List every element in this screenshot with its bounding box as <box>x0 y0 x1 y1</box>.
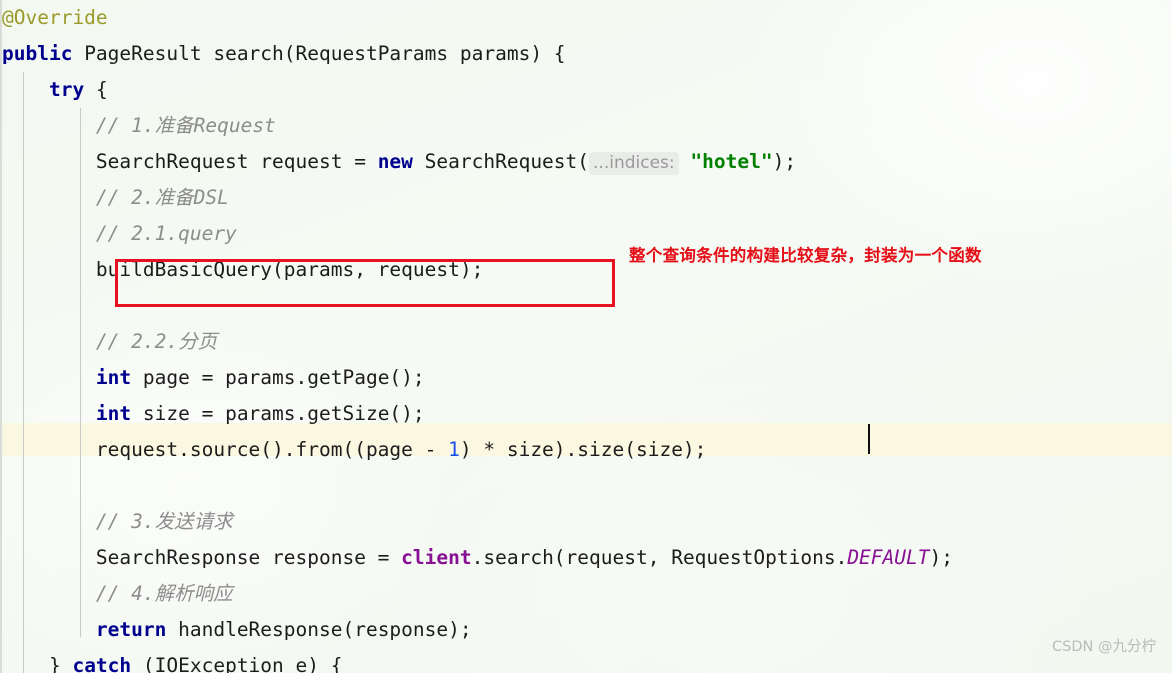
token-plain: size = params.getSize(); <box>131 402 425 425</box>
token-plain: SearchRequest( <box>412 150 590 173</box>
token-plain: ); <box>929 546 953 569</box>
token-kw: return <box>95 618 167 641</box>
text-caret <box>868 424 870 454</box>
line-3-try[interactable]: try { <box>2 72 1172 108</box>
token-plain: PageResult search(RequestParams params) … <box>72 42 566 65</box>
line-13-request-source[interactable]: request.source().from((page - 1) * size)… <box>2 432 1172 468</box>
token-plain: (IOException e) { <box>131 654 343 673</box>
token-cmt: // 2.1.query <box>95 222 237 245</box>
token-plain: page = params.getPage(); <box>131 366 425 389</box>
line-11-int-page[interactable]: int page = params.getPage(); <box>2 360 1172 396</box>
token-plain: } <box>48 654 73 673</box>
token-kw: int <box>95 366 132 389</box>
line-2-method-signature[interactable]: public PageResult search(RequestParams p… <box>2 36 1172 72</box>
token-hint: ...indices: <box>589 152 679 175</box>
red-highlight-box <box>115 259 615 307</box>
token-cmt: // 3.发送请求 <box>95 510 233 533</box>
line-4-comment-1[interactable]: // 1.准备Request <box>2 108 1172 144</box>
token-cmt: // 2.准备DSL <box>95 186 229 209</box>
token-cmt: // 4.解析响应 <box>95 582 233 605</box>
annotation-note: 整个查询条件的构建比较复杂，封装为一个函数 <box>629 246 982 265</box>
token-field: client <box>401 546 472 569</box>
token-plain: ); <box>772 150 797 173</box>
line-17-comment-4[interactable]: // 4.解析响应 <box>2 576 1172 612</box>
line-14-blank[interactable] <box>2 468 1172 504</box>
line-19-catch[interactable]: } catch (IOException e) { <box>2 648 1172 673</box>
token-plain: handleResponse(response); <box>166 618 472 641</box>
token-kw: catch <box>72 654 132 673</box>
line-6-comment-2[interactable]: // 2.准备DSL <box>2 180 1172 216</box>
token-static-f: DEFAULT <box>847 546 930 569</box>
token-kw: new <box>377 150 413 173</box>
watermark-label: CSDN @九分柠 <box>1052 639 1156 655</box>
token-plain: { <box>84 78 108 101</box>
token-num: 1 <box>448 438 460 461</box>
code-editor-screenshot: @Override public PageResult search(Reques… <box>0 0 1172 673</box>
line-15-comment-3[interactable]: // 3.发送请求 <box>2 504 1172 540</box>
token-cmt: // 1.准备Request <box>95 114 276 137</box>
line-16-search-response[interactable]: SearchResponse response = client.search(… <box>2 540 1172 576</box>
line-5-search-request[interactable]: SearchRequest request = new SearchReques… <box>2 144 1172 180</box>
line-1-override[interactable]: @Override <box>2 0 1172 36</box>
token-kw: public <box>2 42 73 65</box>
line-18-return[interactable]: return handleResponse(response); <box>2 612 1172 648</box>
token-cmt: // 2.2.分页 <box>95 330 218 353</box>
line-10-comment-2-2[interactable]: // 2.2.分页 <box>2 324 1172 360</box>
line-7-comment-2-1[interactable]: // 2.1.query <box>2 216 1172 252</box>
token-plain: request.source().from((page - <box>95 438 449 461</box>
token-kw: int <box>95 402 132 425</box>
token-plain: SearchRequest request = <box>95 150 378 173</box>
token-plain: SearchResponse response = <box>95 546 402 569</box>
token-str: "hotel" <box>690 150 773 173</box>
token-plain: ) * size).size(size); <box>459 438 707 461</box>
token-plain: .search(request, RequestOptions. <box>471 546 848 569</box>
token-anno: @Override <box>2 6 108 29</box>
line-12-int-size[interactable]: int size = params.getSize(); <box>2 396 1172 432</box>
code-content-area[interactable]: @Override public PageResult search(Reques… <box>2 0 1172 673</box>
token-kw: try <box>48 78 85 101</box>
